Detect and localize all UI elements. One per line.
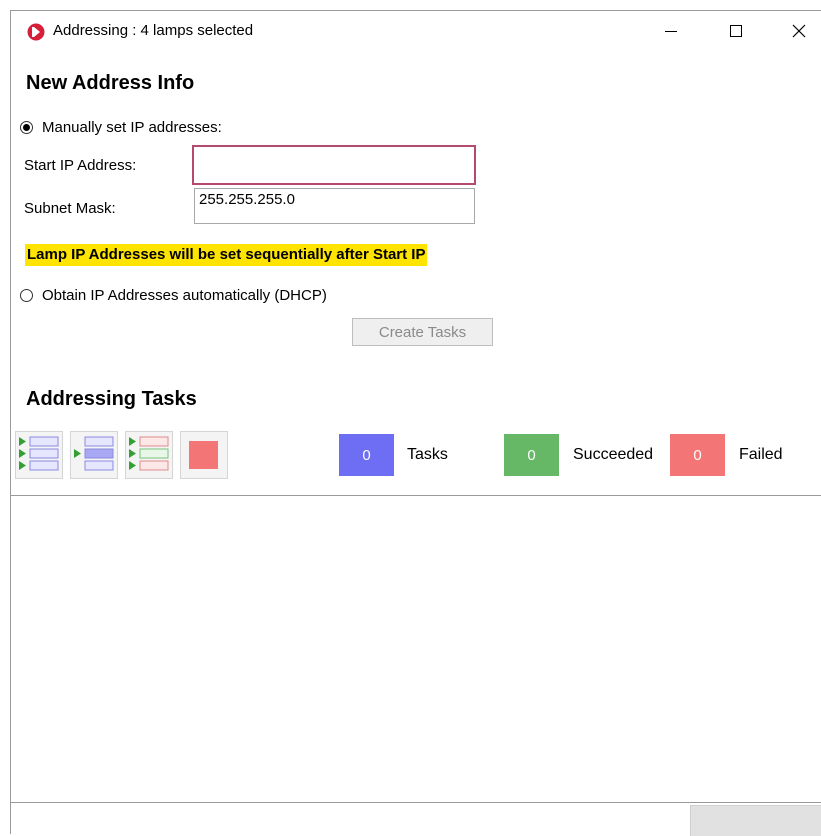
addressing-window: Addressing : 4 lamps selected New Addres… (10, 10, 821, 836)
maximize-button[interactable] (706, 11, 766, 51)
failed-count-label: Failed (739, 446, 783, 463)
run-all-tasks-icon (19, 436, 59, 471)
maximize-icon (730, 25, 742, 37)
manual-ip-label: Manually set IP addresses: (42, 119, 222, 136)
title-bar[interactable]: Addressing : 4 lamps selected (11, 11, 821, 53)
dhcp-radio[interactable] (20, 289, 33, 302)
succeeded-count-badge: 0 (504, 434, 559, 476)
stop-tasks-button[interactable] (180, 431, 228, 479)
task-list[interactable] (11, 495, 821, 803)
subnet-mask-input[interactable]: 255.255.255.0 (194, 188, 475, 224)
run-all-tasks-button[interactable] (15, 431, 63, 479)
tasks-count-badge: 0 (339, 434, 394, 476)
manual-ip-radio[interactable] (20, 121, 33, 134)
window-title: Addressing : 4 lamps selected (53, 22, 254, 39)
sequential-ip-note: Lamp IP Addresses will be set sequential… (25, 244, 428, 266)
close-button[interactable] (769, 11, 821, 51)
dhcp-option[interactable]: Obtain IP Addresses automatically (DHCP) (20, 287, 327, 304)
manual-ip-option[interactable]: Manually set IP addresses: (20, 119, 222, 136)
failed-count-badge: 0 (670, 434, 725, 476)
close-icon (792, 24, 806, 38)
bottom-action-button[interactable] (690, 805, 821, 836)
run-selected-task-icon (74, 436, 114, 471)
start-ip-input[interactable] (192, 145, 476, 185)
run-failed-tasks-button[interactable] (125, 431, 173, 479)
minimize-button[interactable] (641, 11, 701, 51)
app-logo-icon (27, 23, 45, 41)
subnet-mask-label: Subnet Mask: (24, 200, 116, 217)
stop-icon (189, 441, 218, 469)
dhcp-label: Obtain IP Addresses automatically (DHCP) (42, 287, 327, 304)
create-tasks-button[interactable]: Create Tasks (352, 318, 493, 346)
new-address-heading: New Address Info (26, 72, 195, 94)
tasks-count-label: Tasks (407, 446, 448, 463)
run-selected-task-button[interactable] (70, 431, 118, 479)
start-ip-label: Start IP Address: (24, 157, 137, 174)
run-failed-tasks-icon (129, 436, 169, 471)
succeeded-count-label: Succeeded (573, 446, 654, 463)
addressing-tasks-heading: Addressing Tasks (26, 388, 197, 410)
minimize-icon (665, 31, 677, 32)
